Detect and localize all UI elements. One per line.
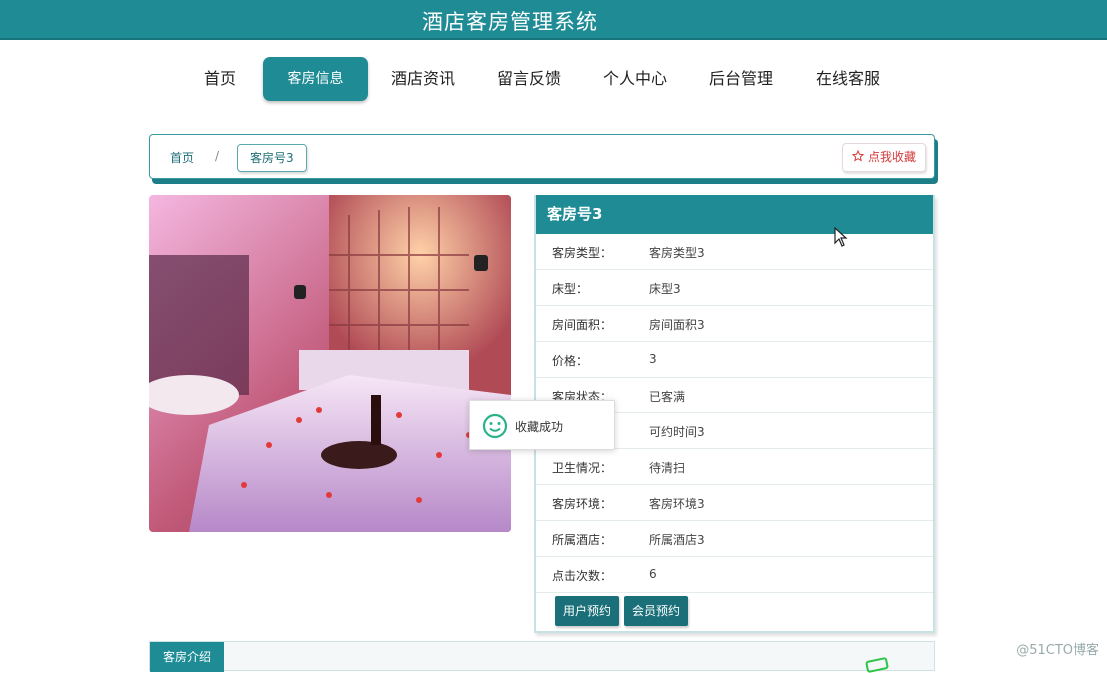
favorite-button[interactable]: 点我收藏 <box>842 143 926 172</box>
booking-actions: 用户预约会员预约 <box>555 596 693 626</box>
info-key: 点击次数： <box>552 567 612 584</box>
info-row: 客房类型： 客房类型3 <box>536 234 933 270</box>
info-value: 所属酒店3 <box>649 531 705 548</box>
info-key: 客房环境： <box>552 495 612 512</box>
room-intro-section: 客房介绍 <box>149 641 935 671</box>
info-value: 可约时间3 <box>649 423 705 440</box>
favorite-button-label: 点我收藏 <box>868 150 916 164</box>
main-nav: 首页 客房信息 酒店资讯 留言反馈 个人中心 后台管理 在线客服 <box>0 57 1107 101</box>
info-row: 客房环境： 客房环境3 <box>536 485 933 521</box>
app-title: 酒店客房管理系统 <box>0 6 1020 36</box>
info-value: 房间面积3 <box>649 316 705 333</box>
nav-admin[interactable]: 后台管理 <box>702 57 780 101</box>
info-row: 卫生情况： 待清扫 <box>536 449 933 485</box>
info-row: 床型： 床型3 <box>536 270 933 306</box>
info-key: 所属酒店： <box>552 531 612 548</box>
info-value: 客房类型3 <box>649 244 705 261</box>
info-key: 客房类型： <box>552 244 612 261</box>
user-booking-button[interactable]: 用户预约 <box>555 596 619 626</box>
info-value: 客房环境3 <box>649 495 705 512</box>
watermark: @51CTO博客 <box>1016 639 1099 658</box>
room-photo-image <box>149 195 511 532</box>
info-key: 卫生情况： <box>552 459 612 476</box>
info-row: 点击次数： 6 <box>536 557 933 593</box>
nav-feedback[interactable]: 留言反馈 <box>490 57 568 101</box>
info-row: 价格： 3 <box>536 342 933 378</box>
room-title: 客房号3 <box>536 195 933 234</box>
info-key: 床型： <box>552 280 588 297</box>
breadcrumb-home[interactable]: 首页 <box>170 149 194 166</box>
smile-icon <box>482 413 508 439</box>
top-header: 酒店客房管理系统 <box>0 0 1107 40</box>
member-booking-button[interactable]: 会员预约 <box>624 596 688 626</box>
nav-online-service[interactable]: 在线客服 <box>809 57 887 101</box>
mouse-cursor-icon <box>834 227 848 247</box>
info-key: 价格： <box>552 352 588 369</box>
breadcrumb-current: 客房号3 <box>237 144 307 172</box>
toast-notification: 收藏成功 <box>469 400 615 450</box>
breadcrumb-separator: / <box>215 149 219 163</box>
nav-hotel-news[interactable]: 酒店资讯 <box>384 57 462 101</box>
info-row: 房间面积： 房间面积3 <box>536 306 933 342</box>
star-outline-icon <box>852 150 864 162</box>
room-photo <box>149 195 511 532</box>
nav-user-center[interactable]: 个人中心 <box>596 57 674 101</box>
info-value: 床型3 <box>649 280 681 297</box>
toast-message: 收藏成功 <box>515 418 563 435</box>
breadcrumb: 首页 / 客房号3 点我收藏 <box>149 134 935 179</box>
nav-room-info[interactable]: 客房信息 <box>263 57 368 101</box>
info-value: 待清扫 <box>649 459 685 476</box>
info-value: 已客满 <box>649 388 685 405</box>
nav-home[interactable]: 首页 <box>197 57 243 101</box>
info-value: 6 <box>649 567 657 581</box>
info-key: 房间面积： <box>552 316 612 333</box>
info-row: 所属酒店： 所属酒店3 <box>536 521 933 557</box>
info-value: 3 <box>649 352 657 366</box>
